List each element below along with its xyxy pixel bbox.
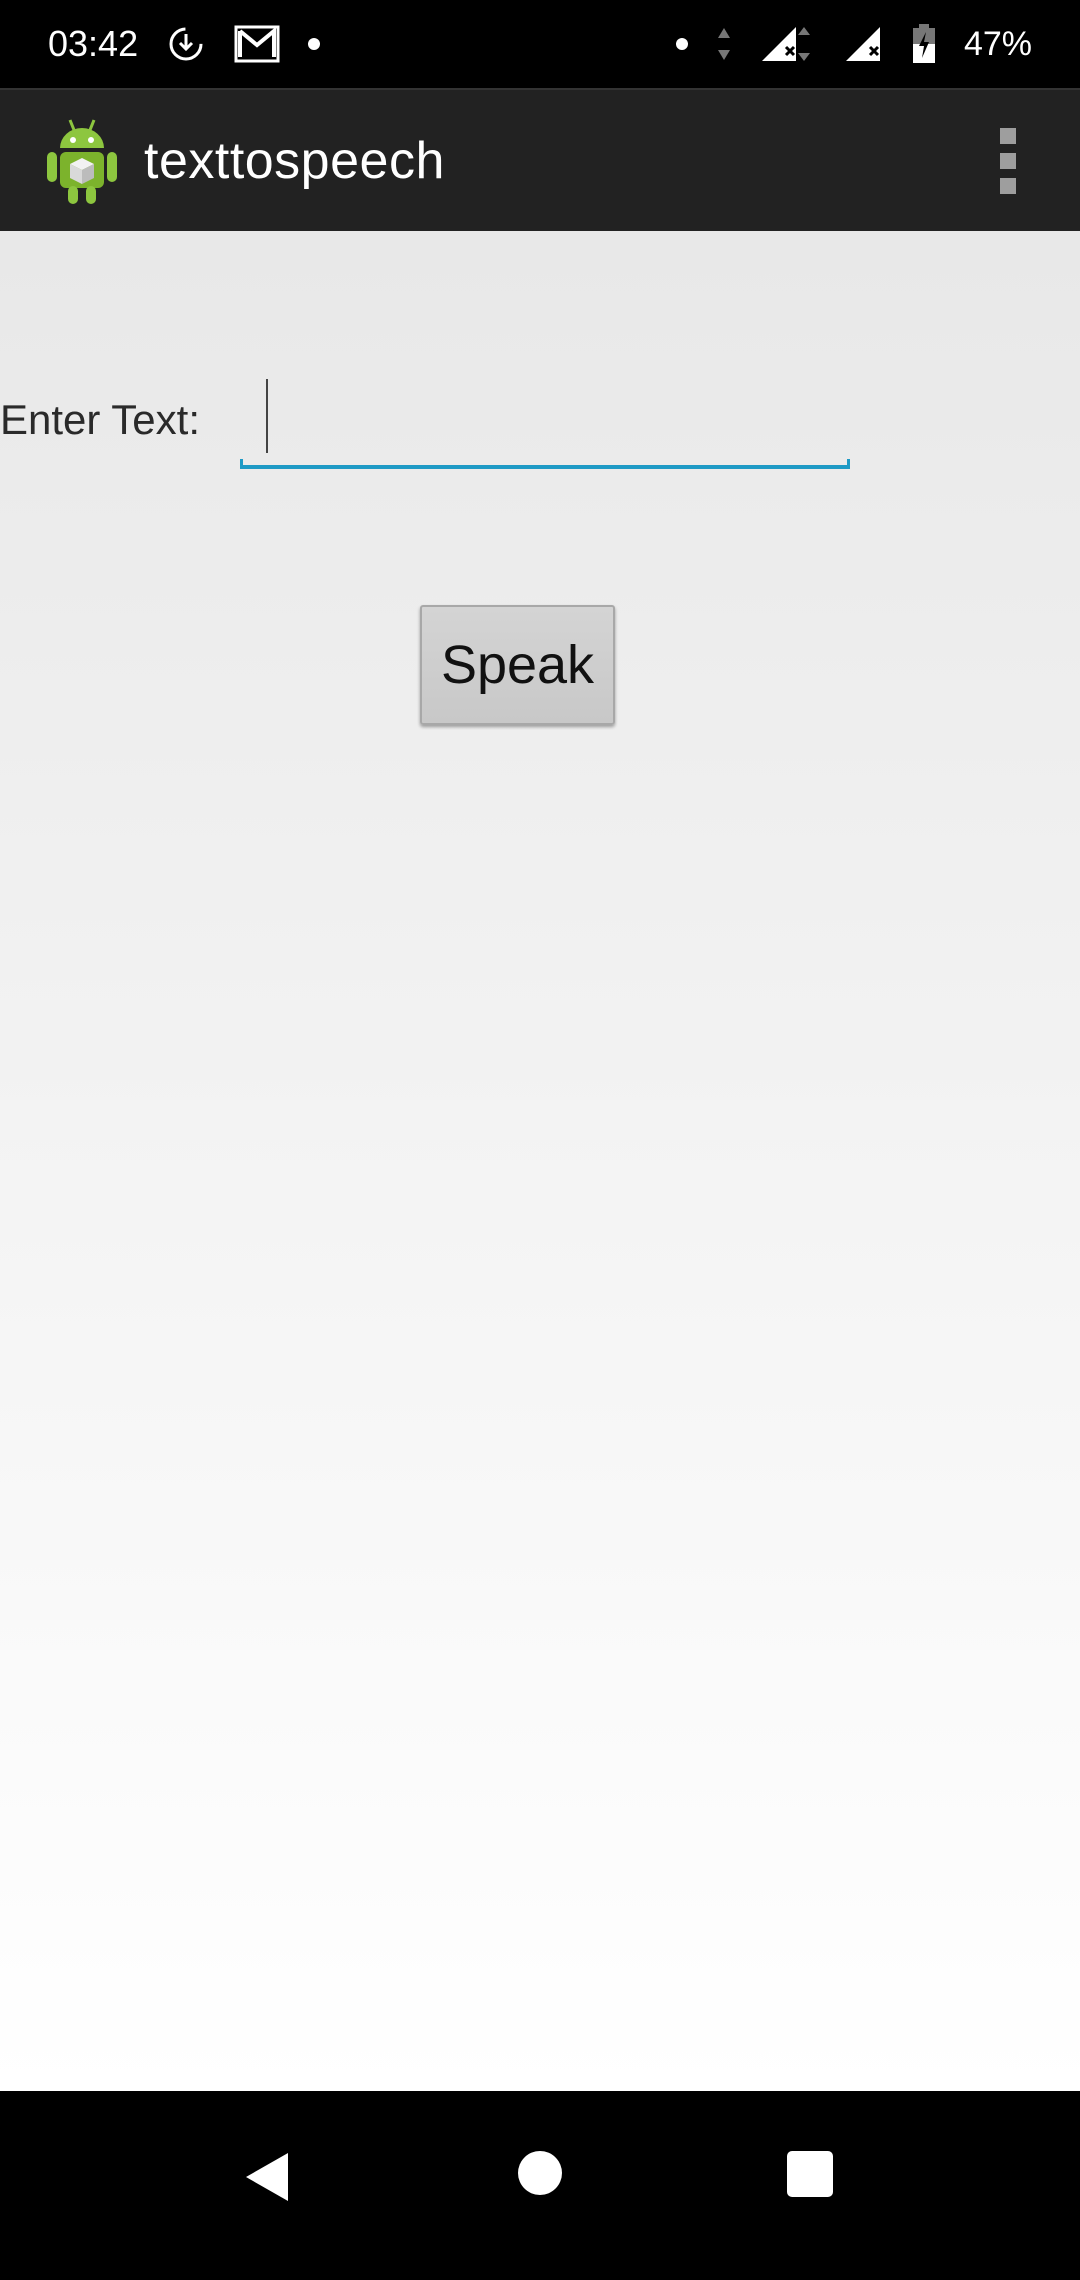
enter-text-label: Enter Text: xyxy=(0,396,200,443)
text-input[interactable] xyxy=(240,371,850,463)
back-icon[interactable] xyxy=(244,2151,290,2208)
battery-percent: 47% xyxy=(963,24,1032,63)
app-title: texttospeech xyxy=(144,131,445,190)
notification-dot xyxy=(675,38,688,50)
android-robot-icon xyxy=(44,116,120,206)
text-cursor xyxy=(266,379,268,453)
data-arrows-icon xyxy=(716,26,732,62)
battery-charging-icon xyxy=(912,24,936,64)
overflow-menu-icon[interactable] xyxy=(988,128,1028,194)
status-bar: 03:42 47% xyxy=(0,0,1080,88)
home-icon[interactable] xyxy=(518,2151,562,2195)
clock: 03:42 xyxy=(48,23,139,64)
app-bar: texttospeech xyxy=(0,88,1080,231)
speak-button[interactable]: Speak xyxy=(420,605,615,725)
screen: 03:42 47% texttospeech Enter Text: Speak xyxy=(0,0,1080,2280)
main-content: Enter Text: Speak xyxy=(0,231,1080,2091)
signal-x-icon xyxy=(844,25,884,63)
notification-dot xyxy=(308,38,321,50)
sync-download-icon xyxy=(166,24,206,64)
status-bar-right: 47% xyxy=(675,24,1032,64)
navigation-bar xyxy=(0,2091,1080,2280)
menu-dot xyxy=(1000,128,1016,144)
menu-dot xyxy=(1000,178,1016,194)
gmail-icon xyxy=(234,25,280,63)
signal-x-icon xyxy=(760,25,816,63)
recents-icon[interactable] xyxy=(787,2151,833,2197)
text-input-underline xyxy=(240,459,850,469)
menu-dot xyxy=(1000,153,1016,169)
status-bar-left: 03:42 xyxy=(48,23,321,65)
